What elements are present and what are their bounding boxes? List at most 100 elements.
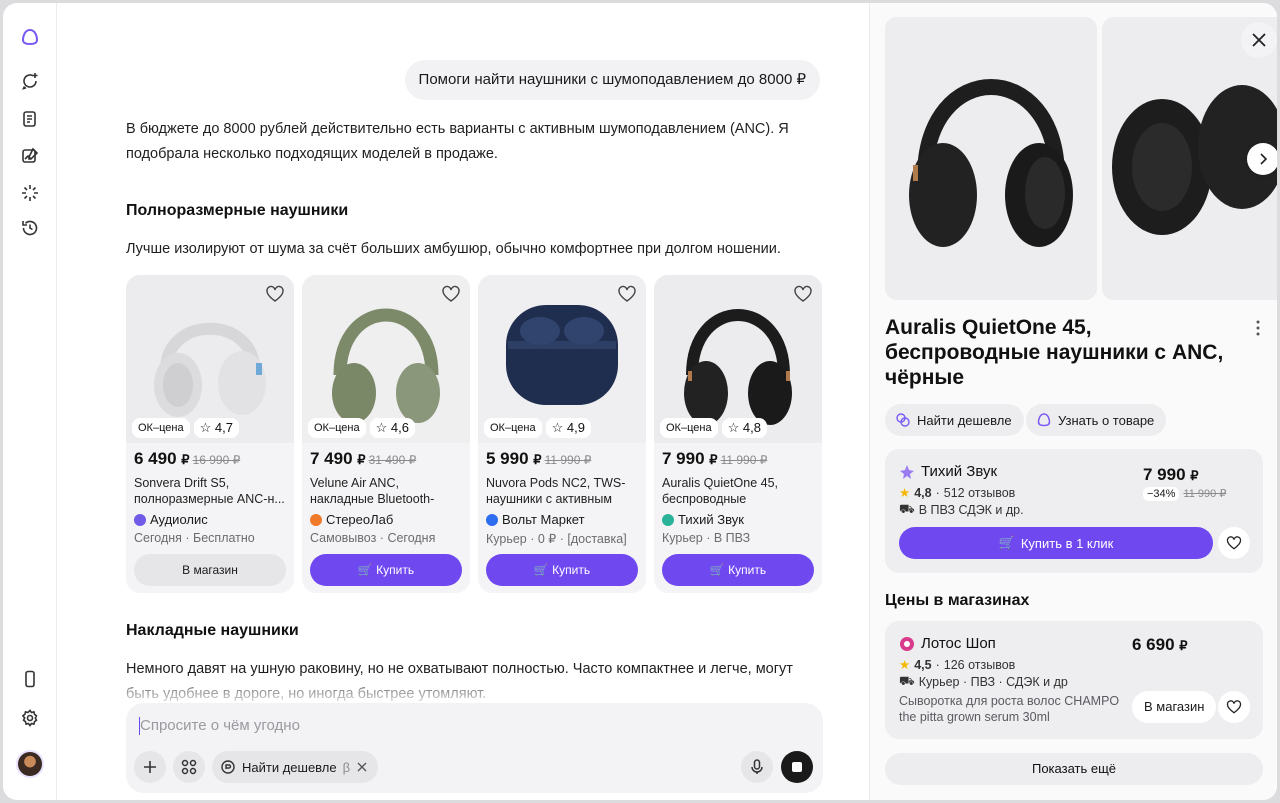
- chevron-right-icon: [1260, 153, 1268, 165]
- ask-about-label: Узнать о товаре: [1058, 412, 1155, 428]
- delivery-info: Курьер · 0 ₽ · [доставка]: [486, 532, 627, 546]
- shop-offer-rating: ★ 4,5 · 126 отзывов: [899, 657, 1016, 673]
- favorite-icon[interactable]: [792, 283, 814, 305]
- show-more-button[interactable]: Показать ещё: [885, 753, 1263, 785]
- image-gen-icon[interactable]: [18, 144, 42, 168]
- history-icon[interactable]: [18, 216, 42, 240]
- shop-offer-price: 6 690 ₽: [1132, 635, 1188, 654]
- find-cheaper-chip[interactable]: Найти дешевле β: [212, 751, 379, 783]
- section-title-fullsize: Полноразмерные наушники: [126, 202, 349, 219]
- stop-icon: [792, 762, 802, 772]
- product-card[interactable]: ОК–цена ☆ 4,8 7 990 ₽11 990 ₽ Auralis Qui…: [654, 275, 822, 593]
- favorite-button[interactable]: [1218, 691, 1250, 723]
- chip-label: Найти дешевле: [242, 759, 337, 775]
- rating-badge: ☆ 4,7: [193, 418, 239, 438]
- offer-discount: −34% 11 990 ₽: [1143, 487, 1226, 501]
- settings-icon[interactable]: [18, 706, 42, 730]
- buy-button[interactable]: 🛒 Купить: [662, 554, 814, 586]
- truck-icon: ⛟: [899, 502, 915, 516]
- buy-one-click-button[interactable]: 🛒 Купить в 1 клик: [899, 527, 1213, 559]
- shop-offer-name[interactable]: Лотос Шоп: [899, 635, 996, 652]
- plus-icon: [144, 761, 156, 773]
- ok-price-badge: ОК–цена: [308, 418, 366, 438]
- rating-badge: ☆ 4,9: [545, 418, 591, 438]
- delivery-info: Сегодня · Бесплатно: [134, 531, 255, 545]
- shop-name: Вольт Маркет: [486, 512, 585, 527]
- shop-logo-icon: [134, 513, 146, 526]
- price: 7 490 ₽31 490 ₽: [310, 449, 417, 468]
- close-button[interactable]: [1241, 22, 1277, 58]
- shop-offer[interactable]: Лотос Шоп ★ 4,5 · 126 отзывов ⛟ Курьер · …: [885, 621, 1263, 739]
- ask-about-product-button[interactable]: Узнать о товаре: [1026, 404, 1167, 436]
- alice-logo-icon: [1037, 413, 1051, 427]
- shop-logo-icon: [662, 513, 674, 526]
- more-options-icon[interactable]: [1250, 318, 1266, 338]
- price: 5 990 ₽11 990 ₽: [486, 449, 592, 468]
- product-panel: Auralis QuietOne 45, беспроводные наушни…: [869, 3, 1277, 800]
- star-icon: ★: [899, 486, 911, 500]
- avatar[interactable]: [16, 750, 44, 778]
- shop-offer-delivery: ⛟ Курьер · ПВЗ · СДЭК и др: [899, 674, 1068, 689]
- beta-label: β: [342, 759, 351, 775]
- microphone-button[interactable]: [741, 751, 773, 783]
- delivery-info: Самовывоз · Сегодня: [310, 531, 436, 545]
- star-icon: ★: [899, 658, 911, 672]
- app-window: Помоги найти наушники с шумоподавлением …: [3, 3, 1277, 800]
- shop-offer-description: Сыворотка для роста волос CHAMPO the pit…: [899, 694, 1120, 724]
- heart-icon: [1226, 536, 1242, 550]
- stop-button[interactable]: [781, 751, 813, 783]
- price-tag-icon: [896, 413, 910, 427]
- composer-placeholder[interactable]: Спросите о чём угодно: [140, 717, 300, 734]
- buy-button[interactable]: 🛒 Купить: [486, 554, 638, 586]
- offer-price: 7 990 ₽: [1143, 465, 1199, 484]
- ok-price-badge: ОК–цена: [484, 418, 542, 438]
- close-icon: [1252, 33, 1266, 47]
- cart-icon: 🛒: [998, 535, 1015, 550]
- user-message: Помоги найти наушники с шумоподавлением …: [404, 60, 820, 100]
- section-title-onear: Накладные наушники: [126, 622, 299, 639]
- notes-icon[interactable]: [18, 107, 42, 131]
- alice-logo-icon[interactable]: [18, 25, 42, 49]
- ok-price-badge: ОК–цена: [132, 418, 190, 438]
- shop-name: СтереоЛаб: [310, 512, 393, 527]
- ok-price-badge: ОК–цена: [660, 418, 718, 438]
- shop-logo-icon: [900, 636, 914, 651]
- main-offer: Тихий Звук ★ 4,8 · 512 отзывов ⛟ В ПВЗ СД…: [885, 449, 1263, 573]
- next-photo-button[interactable]: [1247, 143, 1277, 175]
- phone-icon[interactable]: [18, 667, 42, 691]
- to-shop-button[interactable]: В магазин: [134, 554, 286, 586]
- to-shop-button[interactable]: В магазин: [1132, 691, 1217, 723]
- message-composer[interactable]: Спросите о чём угодно Найти дешевле β: [126, 703, 823, 793]
- rating-badge: ☆ 4,8: [721, 418, 767, 438]
- price-tag-icon: [221, 760, 235, 774]
- shop-logo-icon: [900, 464, 914, 479]
- buy-button[interactable]: 🛒 Купить: [310, 554, 462, 586]
- apps-button[interactable]: [173, 751, 205, 783]
- price: 6 490 ₽16 990 ₽: [134, 449, 241, 468]
- add-attachment-button[interactable]: [134, 751, 166, 783]
- microphone-icon: [751, 759, 763, 774]
- product-card[interactable]: ОК–цена ☆ 4,9 5 990 ₽11 990 ₽ Nuvora Pods…: [478, 275, 646, 593]
- favorite-icon[interactable]: [264, 283, 286, 305]
- find-cheaper-button[interactable]: Найти дешевле: [885, 404, 1024, 436]
- product-title: Sonvera Drift S5, полноразмерные ANC-н..…: [134, 476, 285, 506]
- product-title: Nuvora Pods NC2, TWS-наушники с активным…: [486, 476, 626, 506]
- rating-badge: ☆ 4,6: [369, 418, 415, 438]
- favorite-button[interactable]: [1218, 527, 1250, 559]
- favorite-icon[interactable]: [440, 283, 462, 305]
- offer-shop-name[interactable]: Тихий Звук: [899, 463, 997, 480]
- offer-delivery: ⛟ В ПВЗ СДЭК и др.: [899, 502, 1024, 517]
- new-chat-icon[interactable]: [18, 69, 42, 93]
- shop-name: Тихий Звук: [662, 512, 744, 527]
- product-photo-main[interactable]: [885, 17, 1097, 300]
- offer-rating: ★ 4,8 · 512 отзывов: [899, 485, 1016, 501]
- product-carousel: ОК–цена ☆ 4,7 6 490 ₽16 990 ₽ Sonvera Dri…: [126, 275, 822, 593]
- product-card[interactable]: ОК–цена ☆ 4,6 7 490 ₽31 490 ₽ Velune Air …: [302, 275, 470, 593]
- assistant-intro: В бюджете до 8000 рублей действительно е…: [126, 121, 789, 162]
- section-text-fullsize: Лучше изолируют от шума за счёт больших …: [126, 241, 781, 257]
- close-icon[interactable]: [356, 761, 368, 773]
- sparkle-icon[interactable]: [18, 181, 42, 205]
- product-title: Auralis QuietOne 45, беспроводные наушни…: [662, 476, 779, 506]
- product-card[interactable]: ОК–цена ☆ 4,7 6 490 ₽16 990 ₽ Sonvera Dri…: [126, 275, 294, 593]
- favorite-icon[interactable]: [616, 283, 638, 305]
